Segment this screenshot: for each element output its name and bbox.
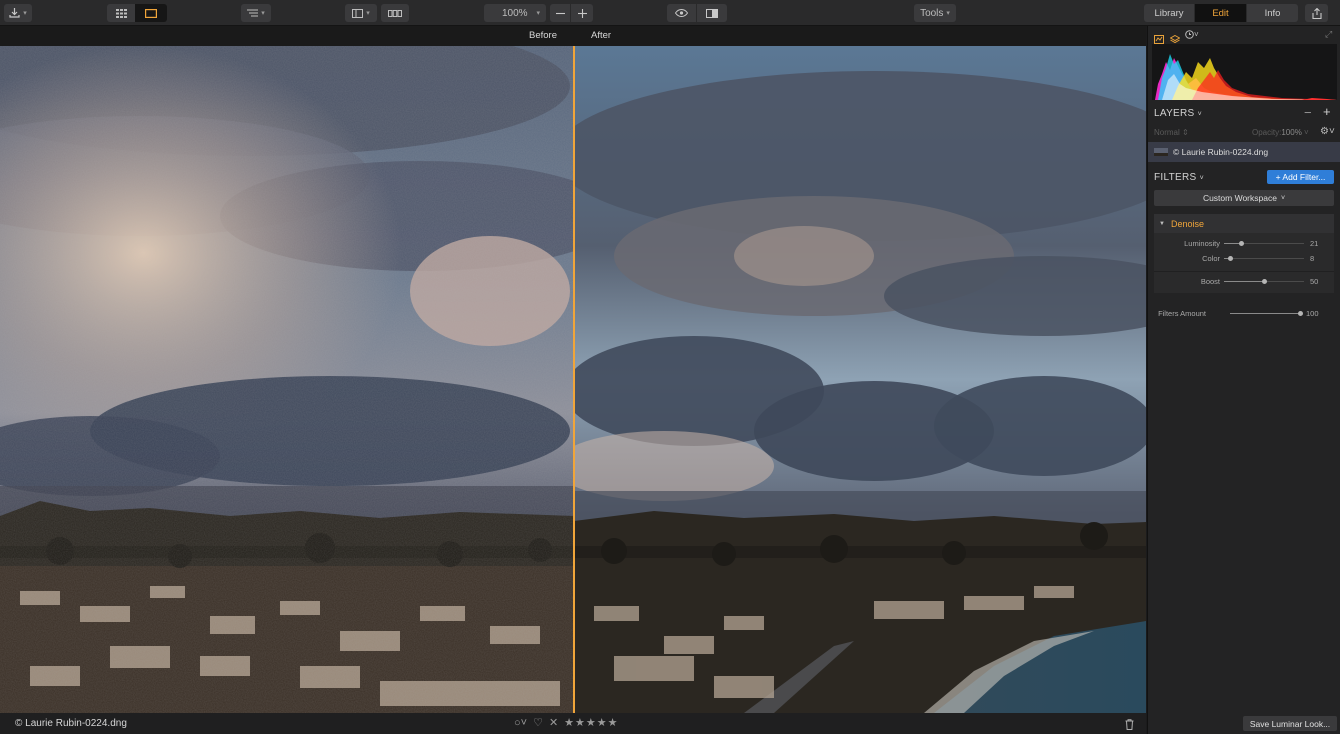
save-luminar-look-button[interactable]: Save Luminar Look... <box>1243 716 1337 731</box>
chevron-down-icon: ▾ <box>261 10 265 17</box>
compare-divider-handle[interactable] <box>573 46 575 713</box>
denoise-filter-header[interactable]: ▼ Denoise <box>1154 214 1334 233</box>
luminosity-slider[interactable]: Luminosity 21 <box>1154 238 1334 250</box>
blend-mode-select[interactable]: Normal ⇕ <box>1154 128 1189 137</box>
slider-track[interactable] <box>1224 256 1304 261</box>
star-rating[interactable]: ★★★★★ <box>564 716 618 729</box>
preview-toggle-button[interactable] <box>667 4 696 22</box>
before-image <box>0 46 574 713</box>
tools-menu-button[interactable]: Tools ▾ <box>914 4 956 22</box>
slider-track[interactable] <box>1230 311 1303 316</box>
add-filter-button[interactable]: + Add Filter... <box>1267 170 1334 184</box>
slider-label: Luminosity <box>1184 239 1220 248</box>
filters-title[interactable]: FILTERS ˅ <box>1154 172 1204 183</box>
slider-knob[interactable] <box>1239 241 1244 246</box>
single-view-button[interactable] <box>135 4 167 22</box>
denoise-controls: Luminosity 21 Color 8 Boost 50 <box>1154 233 1334 293</box>
slider-knob[interactable] <box>1262 279 1267 284</box>
compare-bar: Before After <box>0 26 1146 46</box>
zoom-in-button[interactable] <box>571 4 593 22</box>
workspace-select[interactable]: Custom Workspace ˅ <box>1154 190 1334 206</box>
slider-knob[interactable] <box>1228 256 1233 261</box>
filmstrip-icon <box>388 9 402 17</box>
boost-slider[interactable]: Boost 50 <box>1154 276 1334 288</box>
layers-header: LAYERS ˅ − + <box>1148 104 1340 124</box>
minus-icon[interactable]: − <box>1304 105 1312 120</box>
download-icon <box>9 8 20 18</box>
bottom-bar: © Laurie Rubin-0224.dng ○˅ ♡ ✕ ★★★★★ <box>0 713 1146 734</box>
chevron-down-icon: ▾ <box>366 10 370 17</box>
layer-item[interactable]: © Laurie Rubin-0224.dng <box>1148 142 1340 162</box>
sidebar-toggle-button[interactable]: ▾ <box>345 4 377 22</box>
plus-icon[interactable]: + <box>1323 104 1331 119</box>
slider-value: 21 <box>1310 239 1319 248</box>
heart-icon[interactable]: ♡ <box>533 716 543 729</box>
x-icon[interactable]: ✕ <box>549 716 558 729</box>
zoom-value: 100% <box>502 7 528 19</box>
slider-track[interactable] <box>1224 279 1304 284</box>
top-toolbar: ▾ ▾ ▾ 100% ▾ Tools ▾ Library Edit Info <box>0 0 1340 26</box>
divider <box>1154 271 1334 272</box>
slider-value: 8 <box>1310 254 1315 263</box>
plus-icon <box>577 8 587 18</box>
chevron-down-icon: ▾ <box>536 10 540 17</box>
slider-label: Boost <box>1200 277 1220 286</box>
slider-value: 100 <box>1306 309 1319 318</box>
after-label: After <box>591 30 612 41</box>
sidebar-icon <box>352 8 364 18</box>
triangle-down-icon: ▼ <box>1159 220 1165 227</box>
gear-icon[interactable]: ⚙˅ <box>1320 126 1335 137</box>
history-icon[interactable]: ˅ <box>1185 30 1199 40</box>
layers-title[interactable]: LAYERS ˅ <box>1154 108 1202 119</box>
eye-icon <box>675 9 688 17</box>
single-image-icon <box>145 8 157 18</box>
after-image <box>574 46 1146 713</box>
trash-icon[interactable] <box>1125 717 1134 734</box>
slider-label: Filters Amount <box>1158 309 1206 318</box>
layer-thumbnail <box>1154 148 1168 156</box>
before-label: Before <box>529 30 557 41</box>
share-icon <box>1311 7 1322 19</box>
chevron-down-icon: ˅ <box>1280 194 1286 202</box>
split-view-icon <box>706 8 718 18</box>
filters-amount-slider[interactable]: Filters Amount 100 <box>1154 308 1334 320</box>
slider-knob[interactable] <box>1298 311 1303 316</box>
filmstrip-button[interactable] <box>381 4 409 22</box>
grid-icon <box>115 8 127 18</box>
edit-panel: ˅ ⤢ LAYERS ˅ − + Normal ⇕ Opacity:100% ˅… <box>1147 26 1340 734</box>
import-button[interactable]: ▾ <box>4 4 32 22</box>
file-name: © Laurie Rubin-0224.dng <box>15 718 127 729</box>
chevron-down-icon: ▾ <box>946 10 950 17</box>
color-label-picker[interactable]: ○˅ <box>514 717 527 729</box>
color-slider[interactable]: Color 8 <box>1154 253 1334 265</box>
collapse-icon[interactable]: ⤢ <box>1325 29 1332 40</box>
layer-name: © Laurie Rubin-0224.dng <box>1173 147 1269 157</box>
zoom-select[interactable]: 100% ▾ <box>484 4 546 22</box>
share-button[interactable] <box>1305 4 1328 22</box>
rating-controls: ○˅ ♡ ✕ ★★★★★ <box>514 716 618 730</box>
sort-button[interactable]: ▾ <box>241 4 271 22</box>
workspace-label: Custom Workspace <box>1202 193 1277 203</box>
tab-library[interactable]: Library <box>1144 4 1194 22</box>
layer-options: Normal ⇕ Opacity:100% ˅ ⚙˅ <box>1148 126 1340 140</box>
tab-info[interactable]: Info <box>1247 4 1298 22</box>
minus-icon <box>555 12 565 14</box>
chevron-down-icon: ▾ <box>23 10 27 17</box>
slider-value: 50 <box>1310 277 1319 286</box>
slider-track[interactable] <box>1224 241 1304 246</box>
opacity-control[interactable]: Opacity:100% ˅ <box>1252 128 1309 137</box>
panel-header-icons: ˅ ⤢ <box>1148 26 1340 44</box>
slider-label: Color <box>1202 254 1220 263</box>
tab-edit[interactable]: Edit <box>1195 4 1246 22</box>
zoom-out-button[interactable] <box>550 4 570 22</box>
gallery-view-button[interactable] <box>107 4 135 22</box>
denoise-title: Denoise <box>1170 218 1204 229</box>
tools-label: Tools <box>920 7 944 19</box>
histogram <box>1152 44 1337 100</box>
image-viewer[interactable] <box>0 46 1146 713</box>
compare-split-button[interactable] <box>697 4 727 22</box>
list-icon <box>247 9 259 17</box>
